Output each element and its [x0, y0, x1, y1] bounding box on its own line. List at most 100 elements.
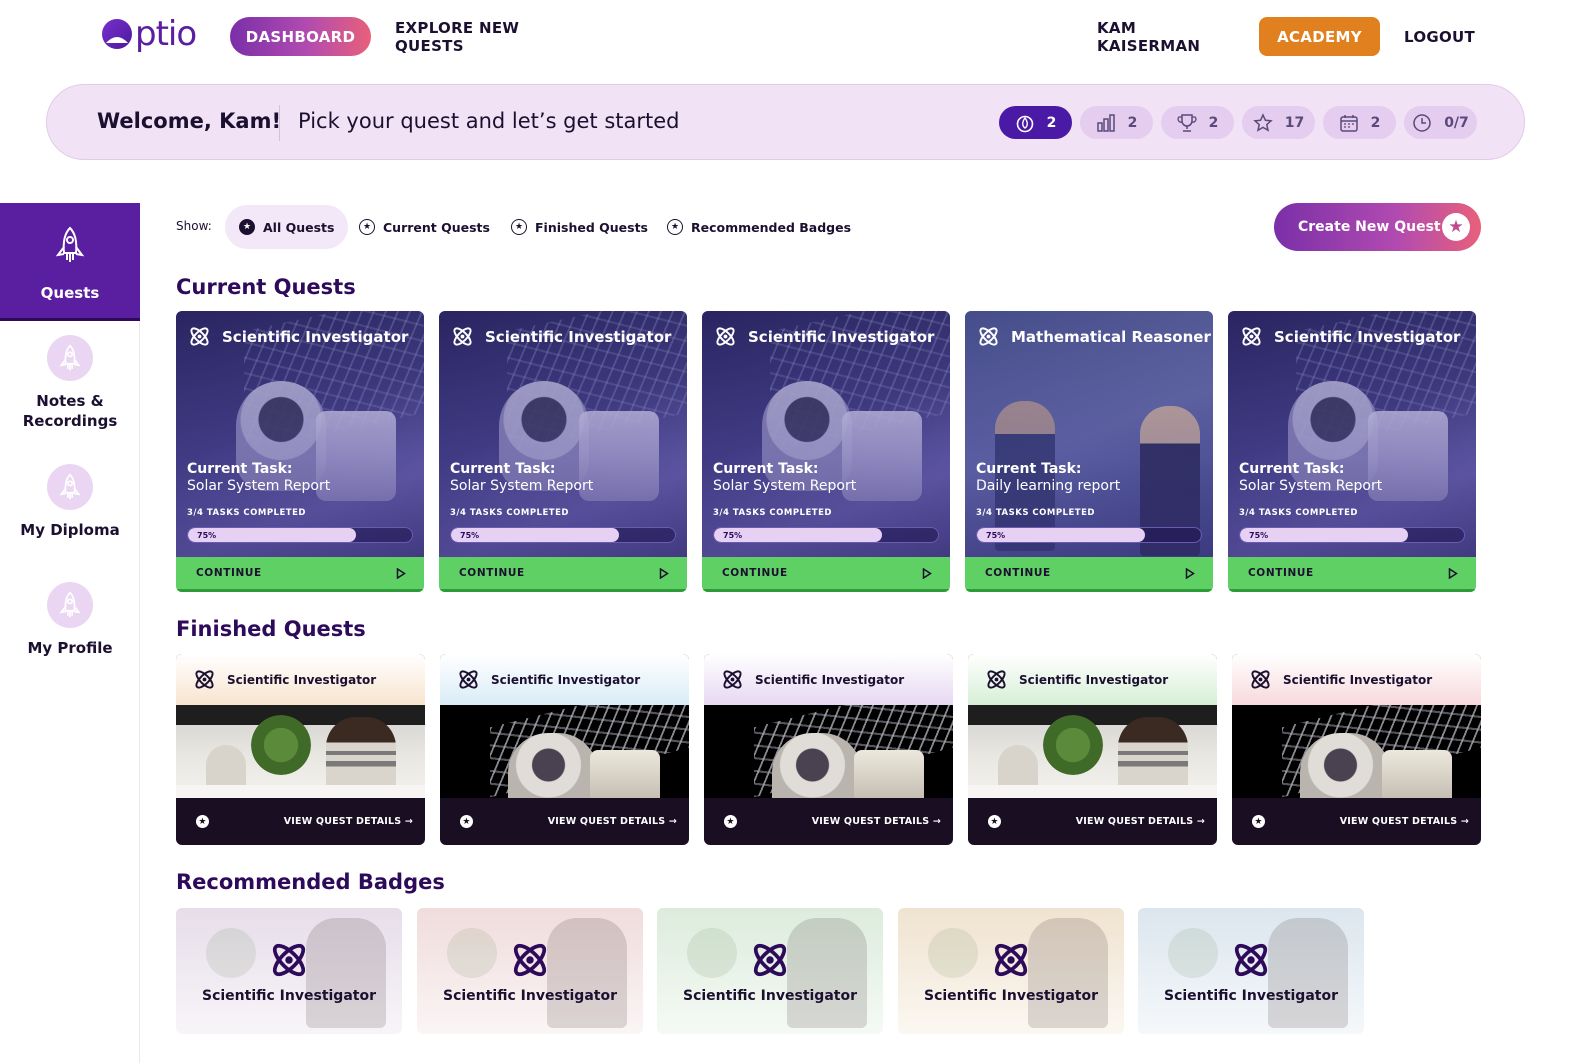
continue-button[interactable]: CONTINUE [1228, 557, 1476, 592]
recommended-badge-card[interactable]: Scientific Investigator [1138, 908, 1364, 1034]
recommended-badge-card[interactable]: Scientific Investigator [417, 908, 643, 1034]
nav-dashboard[interactable]: DASHBOARD [230, 17, 371, 56]
sidebar-item-my-profile[interactable]: My Profile [0, 582, 140, 658]
atom-icon [1251, 670, 1270, 689]
continue-button[interactable]: CONTINUE [702, 557, 950, 592]
optio-logo[interactable]: ptio [100, 14, 197, 54]
logo-mark-icon [102, 19, 132, 49]
bar-chart-icon [1096, 113, 1115, 132]
current-task-name: Solar System Report [187, 478, 331, 494]
quest-header: Mathematical Reasoner [976, 324, 1211, 349]
rocket-icon [55, 226, 85, 262]
stat-level[interactable]: 2 [1080, 106, 1153, 139]
star-icon: ★ [239, 219, 255, 235]
badge-name: Scientific Investigator [1164, 988, 1338, 1004]
current-task-name: Solar System Report [450, 478, 594, 494]
finished-quest-card[interactable]: Scientific Investigator ★ VIEW QUEST DETA… [176, 654, 425, 845]
stat-stars[interactable]: 17 [1242, 106, 1315, 139]
current-quest-card[interactable]: Scientific Investigator Current Task: So… [702, 311, 950, 592]
finished-quest-header: Scientific Investigator [704, 654, 953, 705]
filter-finished-quests[interactable]: ★ Finished Quests [497, 205, 662, 249]
nav-user-name[interactable]: KAM KAISERMAN [1097, 17, 1237, 56]
continue-button[interactable]: CONTINUE [439, 557, 687, 592]
continue-label: CONTINUE [722, 567, 788, 579]
nav-academy-button[interactable]: ACADEMY [1259, 17, 1380, 56]
atom-icon [979, 327, 998, 346]
star-icon: ★ [460, 815, 473, 828]
welcome-divider [279, 105, 280, 141]
finished-quest-card[interactable]: Scientific Investigator ★ VIEW QUEST DETA… [968, 654, 1217, 845]
stat-trophies[interactable]: 2 [1161, 106, 1234, 139]
current-task-label: Current Task: [450, 461, 556, 477]
sidebar-item-notes-recordings[interactable]: Notes & Recordings [0, 335, 140, 431]
badge-name: Scientific Investigator [683, 988, 857, 1004]
atom-icon [453, 327, 472, 346]
progress-fill: 75% [1240, 528, 1408, 542]
sidebar: Quests Notes & Recordings My Diploma My … [0, 203, 140, 1063]
current-quests-title: Current Quests [176, 275, 356, 299]
finished-quest-card[interactable]: Scientific Investigator ★ VIEW QUEST DETA… [704, 654, 953, 845]
quest-badge-name: Scientific Investigator [748, 327, 935, 346]
star-icon: ★ [196, 815, 209, 828]
atom-icon [195, 670, 214, 689]
view-quest-details-link[interactable]: ★ VIEW QUEST DETAILS → [704, 798, 953, 845]
quest-badge-name: Scientific Investigator [227, 672, 377, 687]
filter-all-quests[interactable]: ★ All Quests [225, 205, 349, 249]
finished-quest-card[interactable]: Scientific Investigator ★ VIEW QUEST DETA… [440, 654, 689, 845]
star-icon: ★ [1442, 213, 1470, 241]
recommended-badge-card[interactable]: Scientific Investigator [176, 908, 402, 1034]
sidebar-item-quests[interactable]: Quests [0, 203, 140, 321]
nav-logout[interactable]: LOGOUT [1404, 17, 1484, 56]
progress-fill: 75% [451, 528, 619, 542]
view-quest-details-link[interactable]: ★ VIEW QUEST DETAILS → [176, 798, 425, 845]
view-quest-details-link[interactable]: ★ VIEW QUEST DETAILS → [968, 798, 1217, 845]
current-task-label: Current Task: [976, 461, 1082, 477]
sidebar-item-my-diploma[interactable]: My Diploma [0, 464, 140, 540]
atom-icon [994, 943, 1028, 977]
progress-bar: 75% [450, 527, 676, 543]
recommended-badge-card[interactable]: Scientific Investigator [657, 908, 883, 1034]
view-details-label: VIEW QUEST DETAILS → [1075, 816, 1205, 827]
atom-icon [1234, 943, 1268, 977]
create-new-quest-button[interactable]: Create New Quest ★ [1274, 203, 1481, 251]
progress-fill: 75% [977, 528, 1145, 542]
stat-time-value: 0/7 [1444, 114, 1469, 131]
stat-time[interactable]: 0/7 [1404, 106, 1477, 139]
sidebar-item-label: My Profile [27, 639, 113, 657]
play-icon [396, 567, 406, 579]
progress-bar: 75% [976, 527, 1202, 543]
stat-streak[interactable]: 2 [999, 106, 1072, 139]
current-quest-card[interactable]: Mathematical Reasoner Current Task: Dail… [965, 311, 1213, 592]
current-quest-card[interactable]: Scientific Investigator Current Task: So… [439, 311, 687, 592]
continue-label: CONTINUE [985, 567, 1051, 579]
sidebar-item-label: Notes & Recordings [22, 392, 118, 430]
play-icon [1185, 567, 1195, 579]
quest-image [440, 705, 689, 798]
badge-name: Scientific Investigator [202, 988, 376, 1004]
atom-icon [459, 670, 478, 689]
sidebar-icon-circle [47, 582, 93, 628]
current-quest-card[interactable]: Scientific Investigator Current Task: So… [1228, 311, 1476, 592]
filter-current-quests[interactable]: ★ Current Quests [345, 205, 504, 249]
view-quest-details-link[interactable]: ★ VIEW QUEST DETAILS → [440, 798, 689, 845]
continue-button[interactable]: CONTINUE [965, 557, 1213, 592]
finished-quest-header: Scientific Investigator [440, 654, 689, 705]
finished-quest-header: Scientific Investigator [1232, 654, 1481, 705]
current-quest-card[interactable]: Scientific Investigator Current Task: So… [176, 311, 424, 592]
quest-header: Scientific Investigator [1239, 324, 1460, 349]
finished-quests-title: Finished Quests [176, 617, 366, 641]
continue-button[interactable]: CONTINUE [176, 557, 424, 592]
tasks-completed-text: 3/4 TASKS COMPLETED [450, 508, 569, 518]
finished-quest-card[interactable]: Scientific Investigator ★ VIEW QUEST DETA… [1232, 654, 1481, 845]
create-new-quest-label: Create New Quest [1298, 219, 1441, 235]
filter-recommended-badges[interactable]: ★ Recommended Badges [653, 205, 865, 249]
tasks-completed-text: 3/4 TASKS COMPLETED [1239, 508, 1358, 518]
sidebar-item-label: My Diploma [20, 521, 120, 539]
view-quest-details-link[interactable]: ★ VIEW QUEST DETAILS → [1232, 798, 1481, 845]
quest-badge-name: Scientific Investigator [755, 672, 905, 687]
badge-name: Scientific Investigator [443, 988, 617, 1004]
stat-days[interactable]: 2 [1323, 106, 1396, 139]
calendar-icon [1339, 114, 1358, 132]
recommended-badge-card[interactable]: Scientific Investigator [898, 908, 1124, 1034]
nav-explore-new-quests[interactable]: EXPLORE NEW QUESTS [395, 17, 575, 56]
